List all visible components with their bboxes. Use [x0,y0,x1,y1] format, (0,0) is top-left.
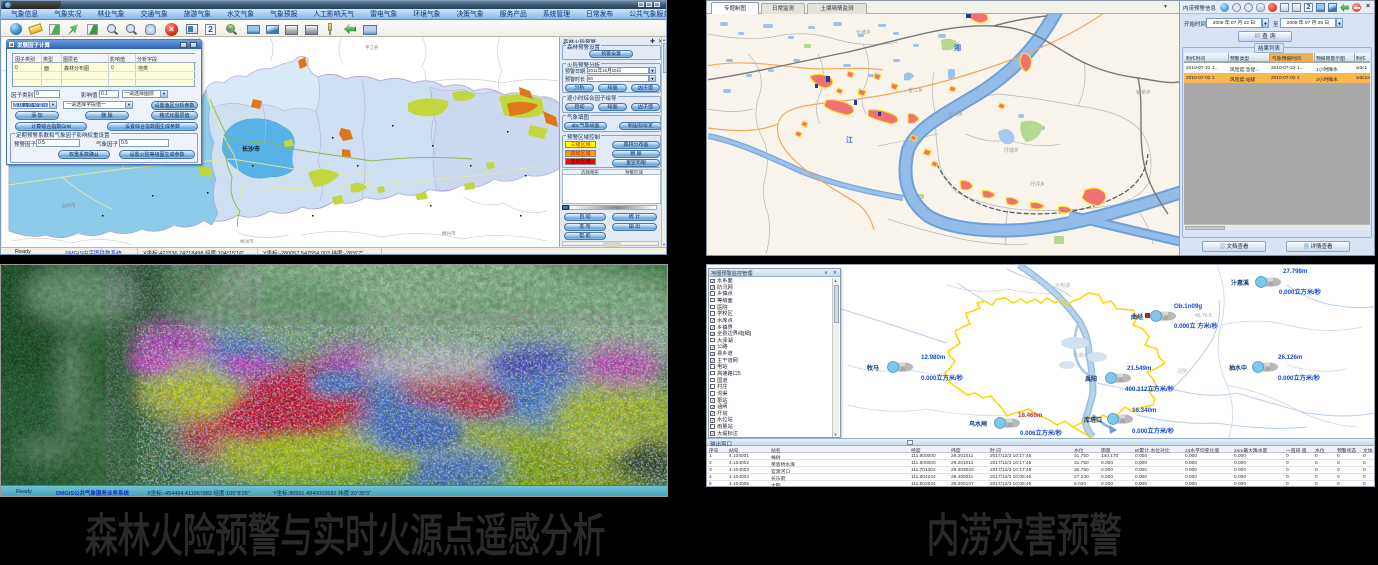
svg-text:曲经: 曲经 [1131,313,1143,321]
svg-text:库塔口: 库塔口 [1084,416,1102,424]
svg-text:12.980m: 12.980m [921,354,946,361]
svg-text:江: 江 [846,135,853,144]
svg-text:0.000立 方米/秒: 0.000立 方米/秒 [1174,322,1218,330]
svg-text:27.798m: 27.798m [1283,268,1308,275]
svg-text:株洲市: 株洲市 [240,238,254,245]
svg-text:圩城乡: 圩城乡 [1004,147,1019,154]
svg-text:0.006立方米/秒: 0.006立方米/秒 [1020,429,1063,437]
svg-text:平江县: 平江县 [365,44,379,51]
svg-text:湘: 湘 [954,43,961,52]
svg-text:0.000立方米/秒: 0.000立方米/秒 [1132,427,1175,435]
svg-text:Ob.1n09g: Ob.1n09g [1174,303,1202,310]
svg-text:0.000立方米/秒: 0.000立方米/秒 [1279,288,1322,296]
svg-text:0.000立方米/秒: 0.000立方米/秒 [1278,374,1321,382]
svg-text:21.549m: 21.549m [1127,365,1152,372]
svg-text:金江乡: 金江乡 [908,87,923,94]
svg-text:长坡乡: 长坡乡 [856,29,871,36]
svg-text:400.312立方米/秒: 400.312立方米/秒 [1125,385,1175,393]
svg-text:46.7n 8: 46.7n 8 [1195,313,1212,319]
svg-text:白马乡: 白马乡 [948,111,963,118]
svg-text:郴州市: 郴州市 [442,230,456,237]
svg-text:抽水中: 抽水中 [1229,364,1247,372]
svg-text:牧马: 牧马 [867,364,879,372]
svg-text:0.000立方米/秒: 0.000立方米/秒 [921,374,964,382]
svg-text:益阳市: 益阳市 [62,202,76,209]
svg-text:鸟水闸: 鸟水闸 [969,420,987,428]
svg-text:禹阳: 禹阳 [1085,375,1097,383]
svg-text:26.126m: 26.126m [1278,354,1303,361]
svg-text:镇桥乡: 镇桥乡 [1136,89,1151,96]
svg-text:18.460m: 18.460m [1018,412,1043,419]
svg-text:汁惠溪: 汁惠溪 [1231,279,1250,287]
svg-text:圩坪乡: 圩坪乡 [1030,181,1045,188]
svg-text:16.340m: 16.340m [1132,407,1157,414]
svg-text:长沙市: 长沙市 [242,145,260,153]
